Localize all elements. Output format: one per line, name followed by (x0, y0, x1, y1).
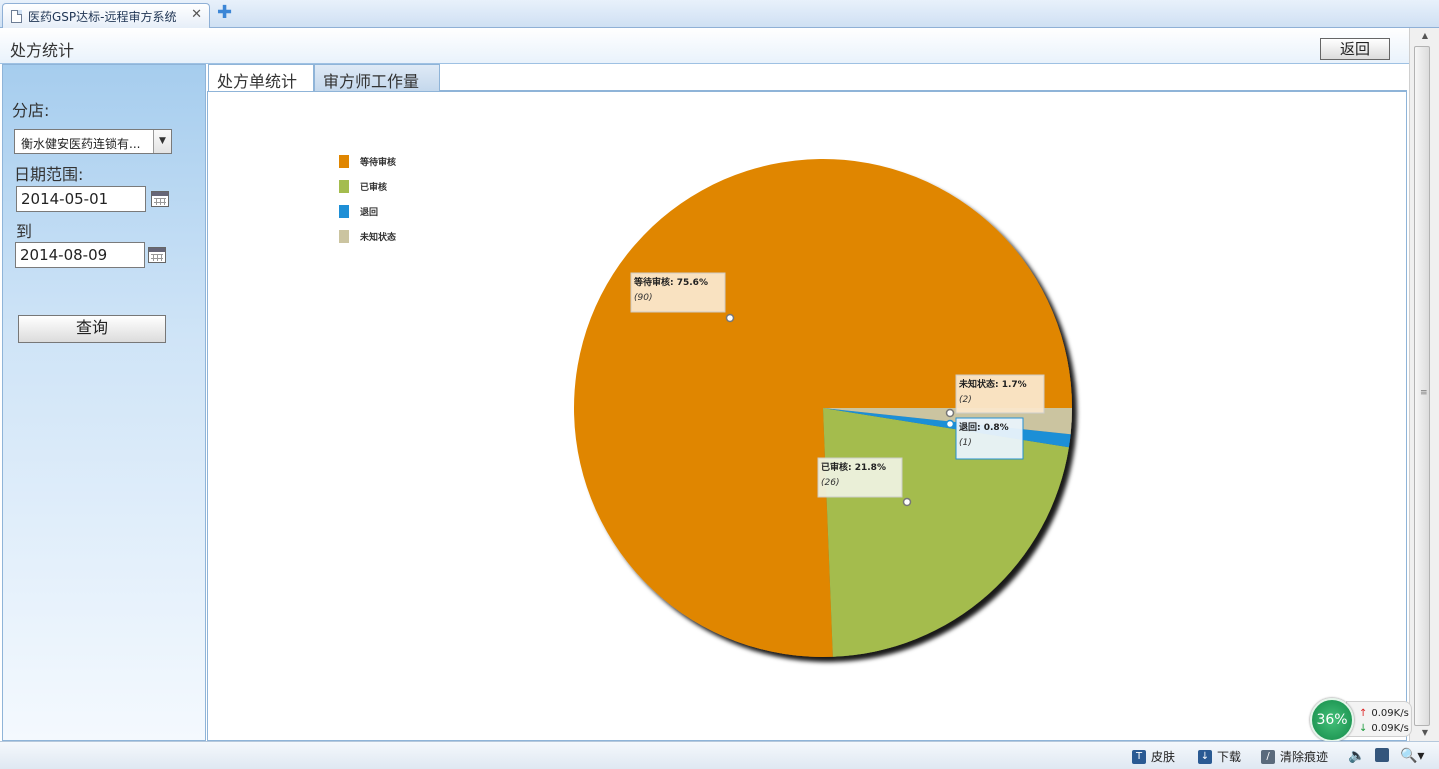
query-button[interactable]: 查询 (18, 315, 166, 343)
data-label-reviewed: 已审核: 21.8% (26) (817, 457, 903, 498)
label-anchor-marker (945, 408, 955, 418)
skin-button[interactable]: T 皮肤 (1132, 748, 1175, 765)
shirt-icon: T (1132, 749, 1146, 764)
filter-panel: 分店: 衡水健安医药连锁有... ▼ 日期范围: 2014-05-01 到 20… (2, 64, 206, 741)
download-icon: ↓ (1198, 749, 1212, 764)
browser-tab[interactable]: 医药GSP达标-远程审方系统 ✕ (2, 3, 210, 28)
scroll-up-icon[interactable]: ▲ (1410, 28, 1439, 44)
legend-label-pending: 等待审核 (359, 156, 396, 168)
label-anchor-marker (902, 497, 912, 507)
tab-prescription-stats[interactable]: 处方单统计 (208, 64, 314, 92)
tab-pharmacist-workload[interactable]: 审方师工作量 (314, 64, 440, 92)
chart-frame: 等待审核已审核退回未知状态 等待审核: 75.6% (90) 已审核: 21.8% (… (207, 91, 1407, 741)
legend-swatch-returned (339, 205, 349, 218)
legend-label-returned: 退回 (360, 207, 378, 218)
data-label-returned: 退回: 0.8% (1) (955, 417, 1024, 460)
document-icon (11, 9, 22, 23)
label-count: (1) (959, 438, 972, 448)
legend-swatch-reviewed (339, 180, 349, 193)
grip-icon: ≡ (1420, 388, 1428, 398)
branch-label: 分店: (12, 101, 50, 120)
page-header: 处方统计 返回 (0, 28, 1409, 64)
legend-swatch-pending (339, 155, 349, 168)
pie-chart: 等待审核已审核退回未知状态 等待审核: 75.6% (90) 已审核: 21.8% (… (339, 155, 1072, 658)
label-anchor-marker (725, 313, 735, 323)
calendar-icon[interactable] (151, 191, 169, 207)
legend-label-unknown: 未知状态 (359, 231, 396, 243)
label-title: 退回: 0.8% (959, 422, 1009, 433)
status-bar: T 皮肤 ↓ 下载 / 清除痕迹 🔈 🔍▾ (0, 741, 1439, 769)
zoom-icon[interactable]: 🔍▾ (1400, 748, 1424, 764)
content-tabs: 处方单统计 审方师工作量 (208, 64, 1407, 92)
browser-tab-title: 医药GSP达标-远程审方系统 (28, 9, 177, 24)
network-speed-box: ↑ 0.09K/s ↓ 0.09K/s (1346, 701, 1412, 737)
data-label-pending: 等待审核: 75.6% (90) (630, 272, 726, 313)
download-arrow-icon: ↓ (1359, 723, 1368, 734)
browser-tab-bar: 医药GSP达标-远程审方系统 ✕ ✚ (0, 0, 1439, 28)
scroll-down-icon[interactable]: ▼ (1410, 725, 1439, 741)
label-anchor-marker (945, 419, 955, 429)
device-icon[interactable] (1375, 748, 1394, 762)
download-speed: ↓ 0.09K/s (1359, 723, 1409, 734)
back-button[interactable]: 返回 (1320, 38, 1390, 60)
close-tab-icon[interactable]: ✕ (191, 7, 202, 22)
network-widget[interactable]: ↑ 0.09K/s ↓ 0.09K/s 36% (1310, 698, 1414, 742)
volume-icon[interactable]: 🔈 (1348, 748, 1365, 764)
broom-icon: / (1261, 749, 1275, 764)
label-title: 等待审核: 75.6% (633, 276, 708, 288)
upload-arrow-icon: ↑ (1359, 708, 1368, 719)
label-count: (26) (821, 478, 839, 488)
clear-traces-button[interactable]: / 清除痕迹 (1261, 748, 1328, 765)
label-count: (90) (634, 293, 652, 303)
scrollbar-thumb[interactable]: ≡ (1414, 46, 1430, 726)
calendar-icon[interactable] (148, 247, 166, 263)
legend-swatch-unknown (339, 230, 349, 243)
branch-select[interactable]: 衡水健安医药连锁有... ▼ (14, 129, 172, 154)
to-label: 到 (16, 222, 33, 241)
data-label-unknown: 未知状态: 1.7% (2) (955, 374, 1045, 414)
upload-speed: ↑ 0.09K/s (1359, 708, 1409, 719)
page-title: 处方统计 (10, 41, 75, 60)
label-title: 已审核: 21.8% (821, 461, 886, 473)
pie-slice-reviewed[interactable] (823, 408, 1069, 657)
label-title: 未知状态: 1.7% (958, 378, 1027, 390)
label-count: (2) (959, 395, 972, 405)
date-from-input[interactable]: 2014-05-01 (16, 186, 146, 212)
chevron-down-icon[interactable]: ▼ (153, 130, 171, 153)
download-button[interactable]: ↓ 下载 (1198, 748, 1241, 765)
date-to-input[interactable]: 2014-08-09 (15, 242, 145, 268)
branch-select-value: 衡水健安医药连锁有... (21, 137, 141, 151)
legend-label-reviewed: 已审核 (360, 181, 387, 193)
new-tab-icon[interactable]: ✚ (217, 4, 232, 22)
date-range-label: 日期范围: (14, 165, 84, 184)
memory-percent-badge[interactable]: 36% (1310, 698, 1354, 742)
vertical-scrollbar[interactable]: ▲ ≡ ▼ (1409, 28, 1439, 741)
